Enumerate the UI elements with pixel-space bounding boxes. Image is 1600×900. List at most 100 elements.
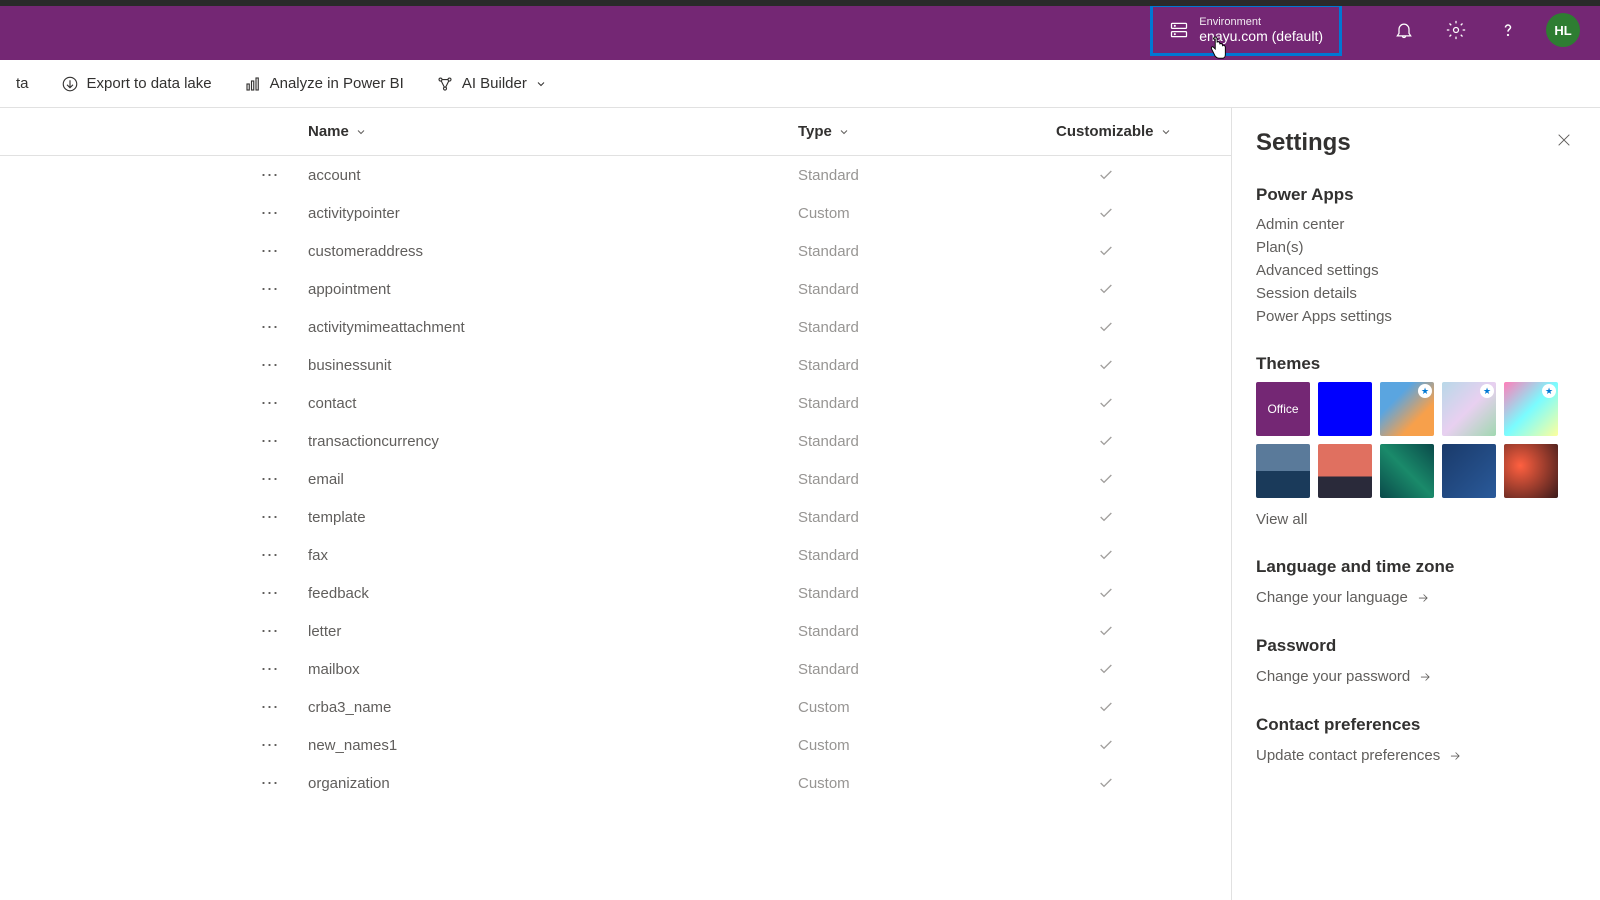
table-row[interactable]: ⋯ businessunit Standard bbox=[0, 346, 1231, 384]
row-more-button[interactable]: ⋯ bbox=[250, 621, 290, 642]
cell-customizable bbox=[1056, 661, 1156, 677]
user-avatar[interactable]: HL bbox=[1546, 13, 1580, 47]
table-row[interactable]: ⋯ template Standard bbox=[0, 498, 1231, 536]
cell-type: Standard bbox=[798, 167, 1056, 184]
table-row[interactable]: ⋯ fax Standard bbox=[0, 536, 1231, 574]
star-badge-icon: ★ bbox=[1542, 384, 1556, 398]
table-row[interactable]: ⋯ activitymimeattachment Standard bbox=[0, 308, 1231, 346]
cell-type: Custom bbox=[798, 205, 1056, 222]
cell-name: account bbox=[290, 167, 798, 184]
cmd-item-partial[interactable]: ta bbox=[4, 69, 41, 98]
table-row[interactable]: ⋯ feedback Standard bbox=[0, 574, 1231, 612]
table-row[interactable]: ⋯ transactioncurrency Standard bbox=[0, 422, 1231, 460]
update-contact-prefs-link[interactable]: Update contact preferences bbox=[1256, 743, 1576, 768]
row-more-button[interactable]: ⋯ bbox=[250, 203, 290, 224]
column-header-type[interactable]: Type bbox=[798, 123, 1056, 140]
row-more-button[interactable]: ⋯ bbox=[250, 697, 290, 718]
theme-tile[interactable] bbox=[1318, 382, 1372, 436]
powerapps-link[interactable]: Advanced settings bbox=[1256, 259, 1576, 282]
check-icon bbox=[1098, 167, 1114, 183]
close-panel-button[interactable] bbox=[1552, 128, 1576, 157]
theme-tile[interactable] bbox=[1318, 444, 1372, 498]
table-row[interactable]: ⋯ mailbox Standard bbox=[0, 650, 1231, 688]
theme-tile[interactable]: Office bbox=[1256, 382, 1310, 436]
settings-button[interactable] bbox=[1430, 0, 1482, 60]
theme-tile[interactable]: ★ bbox=[1380, 382, 1434, 436]
cell-name: customeraddress bbox=[290, 243, 798, 260]
chevron-down-icon bbox=[838, 126, 850, 138]
table-row[interactable]: ⋯ account Standard bbox=[0, 156, 1231, 194]
chevron-down-icon bbox=[535, 78, 547, 90]
powerapps-link[interactable]: Session details bbox=[1256, 282, 1576, 305]
row-more-button[interactable]: ⋯ bbox=[250, 545, 290, 566]
cell-type: Standard bbox=[798, 471, 1056, 488]
environment-selector[interactable]: Environment enayu.com (default) bbox=[1150, 4, 1342, 56]
row-more-button[interactable]: ⋯ bbox=[250, 355, 290, 376]
cell-type: Custom bbox=[798, 737, 1056, 754]
chevron-down-icon bbox=[1160, 126, 1172, 138]
themes-view-all-link[interactable]: View all bbox=[1256, 508, 1576, 531]
cell-type: Standard bbox=[798, 433, 1056, 450]
ai-builder-button[interactable]: AI Builder bbox=[424, 69, 559, 99]
analyze-powerbi-button[interactable]: Analyze in Power BI bbox=[232, 69, 416, 99]
help-button[interactable] bbox=[1482, 0, 1534, 60]
password-section-title: Password bbox=[1256, 636, 1576, 656]
theme-tile[interactable]: ★ bbox=[1504, 382, 1558, 436]
row-more-button[interactable]: ⋯ bbox=[250, 583, 290, 604]
row-more-button[interactable]: ⋯ bbox=[250, 393, 290, 414]
powerapps-link[interactable]: Admin center bbox=[1256, 213, 1576, 236]
change-password-link[interactable]: Change your password bbox=[1256, 664, 1576, 689]
cell-customizable bbox=[1056, 585, 1156, 601]
row-more-button[interactable]: ⋯ bbox=[250, 773, 290, 794]
powerapps-link[interactable]: Plan(s) bbox=[1256, 236, 1576, 259]
column-header-customizable[interactable]: Customizable bbox=[1056, 123, 1206, 140]
cell-customizable bbox=[1056, 395, 1156, 411]
row-more-button[interactable]: ⋯ bbox=[250, 165, 290, 186]
check-icon bbox=[1098, 205, 1114, 221]
cell-name: mailbox bbox=[290, 661, 798, 678]
theme-tile[interactable] bbox=[1504, 444, 1558, 498]
powerapps-link[interactable]: Power Apps settings bbox=[1256, 305, 1576, 328]
cmd-label: Export to data lake bbox=[87, 75, 212, 92]
export-data-lake-button[interactable]: Export to data lake bbox=[49, 69, 224, 99]
cell-name: transactioncurrency bbox=[290, 433, 798, 450]
table-row[interactable]: ⋯ new_names1 Custom bbox=[0, 726, 1231, 764]
cell-name: contact bbox=[290, 395, 798, 412]
table-row[interactable]: ⋯ customeraddress Standard bbox=[0, 232, 1231, 270]
row-more-button[interactable]: ⋯ bbox=[250, 241, 290, 262]
table-row[interactable]: ⋯ activitypointer Custom bbox=[0, 194, 1231, 232]
check-icon bbox=[1098, 281, 1114, 297]
table-row[interactable]: ⋯ email Standard bbox=[0, 460, 1231, 498]
row-more-button[interactable]: ⋯ bbox=[250, 507, 290, 528]
bell-icon bbox=[1394, 20, 1414, 40]
row-more-button[interactable]: ⋯ bbox=[250, 317, 290, 338]
star-badge-icon: ★ bbox=[1418, 384, 1432, 398]
table-row[interactable]: ⋯ letter Standard bbox=[0, 612, 1231, 650]
theme-tile[interactable] bbox=[1256, 444, 1310, 498]
environment-icon bbox=[1169, 20, 1189, 40]
row-more-button[interactable]: ⋯ bbox=[250, 279, 290, 300]
language-section-title: Language and time zone bbox=[1256, 557, 1576, 577]
theme-tile[interactable] bbox=[1380, 444, 1434, 498]
table-row[interactable]: ⋯ contact Standard bbox=[0, 384, 1231, 422]
table-row[interactable]: ⋯ organization Custom bbox=[0, 764, 1231, 802]
row-more-button[interactable]: ⋯ bbox=[250, 659, 290, 680]
cell-name: fax bbox=[290, 547, 798, 564]
notifications-button[interactable] bbox=[1378, 0, 1430, 60]
theme-tile[interactable]: ★ bbox=[1442, 382, 1496, 436]
export-icon bbox=[61, 75, 79, 93]
cell-customizable bbox=[1056, 319, 1156, 335]
close-icon bbox=[1556, 132, 1572, 148]
table-row[interactable]: ⋯ crba3_name Custom bbox=[0, 688, 1231, 726]
table-row[interactable]: ⋯ appointment Standard bbox=[0, 270, 1231, 308]
theme-tile[interactable] bbox=[1442, 444, 1496, 498]
change-language-link[interactable]: Change your language bbox=[1256, 585, 1576, 610]
check-icon bbox=[1098, 661, 1114, 677]
row-more-button[interactable]: ⋯ bbox=[250, 735, 290, 756]
arrow-right-icon bbox=[1416, 591, 1430, 605]
row-more-button[interactable]: ⋯ bbox=[250, 431, 290, 452]
cell-name: appointment bbox=[290, 281, 798, 298]
column-header-name[interactable]: Name bbox=[308, 123, 798, 140]
cell-type: Standard bbox=[798, 547, 1056, 564]
row-more-button[interactable]: ⋯ bbox=[250, 469, 290, 490]
